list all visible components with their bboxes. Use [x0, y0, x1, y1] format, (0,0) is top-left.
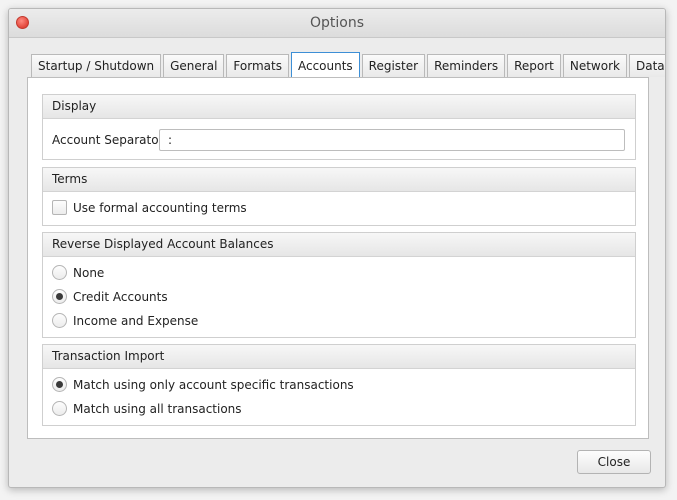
balance-option-income-expense[interactable]: Income and Expense [52, 313, 198, 328]
window-title: Options [309, 15, 365, 31]
import-account-specific-label: Match using only account specific transa… [73, 377, 354, 392]
display-section: Display Account Separator: : [42, 94, 636, 160]
balance-income-expense-radio[interactable] [52, 313, 67, 328]
tab-reminders[interactable]: Reminders [427, 54, 506, 77]
formal-terms-checkbox[interactable] [52, 200, 67, 215]
balance-credit-radio[interactable] [52, 289, 67, 304]
import-option-account-specific[interactable]: Match using only account specific transa… [52, 377, 354, 392]
balance-option-none[interactable]: None [52, 265, 104, 280]
options-window: Options Startup / Shutdown General Forma… [8, 8, 666, 488]
close-button[interactable]: Close [577, 450, 651, 474]
terms-header: Terms [43, 168, 635, 192]
tab-network[interactable]: Network [562, 54, 627, 77]
balance-income-expense-label: Income and Expense [73, 313, 199, 328]
formal-terms-option[interactable]: Use formal accounting terms [52, 200, 247, 215]
balances-header: Reverse Displayed Account Balances [43, 233, 635, 257]
tab-register[interactable]: Register [361, 54, 426, 77]
import-option-all[interactable]: Match using all transactions [52, 401, 242, 416]
formal-terms-label: Use formal accounting terms [73, 200, 247, 215]
balance-none-radio[interactable] [52, 265, 67, 280]
import-section: Transaction Import Match using only acco… [42, 344, 636, 426]
import-all-radio[interactable] [52, 401, 67, 416]
tab-accounts[interactable]: Accounts [290, 52, 360, 78]
accounts-panel: Display Account Separator: : Terms Use f… [27, 77, 649, 439]
display-header: Display [43, 95, 635, 119]
title-bar[interactable]: Options [9, 9, 665, 38]
tab-report[interactable]: Report [507, 54, 561, 77]
import-account-specific-radio[interactable] [52, 377, 67, 392]
tab-formats[interactable]: Formats [226, 54, 289, 77]
account-separator-label: Account Separator: [52, 133, 168, 147]
tab-bar: Startup / Shutdown General Formats Accou… [31, 52, 665, 78]
terms-section: Terms Use formal accounting terms [42, 167, 636, 226]
import-all-label: Match using all transactions [73, 401, 242, 416]
balance-option-credit[interactable]: Credit Accounts [52, 289, 168, 304]
tab-general[interactable]: General [163, 54, 225, 77]
balance-credit-label: Credit Accounts [73, 289, 168, 304]
balance-none-label: None [73, 265, 105, 280]
balances-section: Reverse Displayed Account Balances None … [42, 232, 636, 338]
tab-data-providers[interactable]: Data Providers [628, 54, 665, 77]
tab-startup-shutdown[interactable]: Startup / Shutdown [31, 54, 162, 77]
account-separator-input[interactable]: : [159, 129, 625, 151]
import-header: Transaction Import [43, 345, 635, 369]
